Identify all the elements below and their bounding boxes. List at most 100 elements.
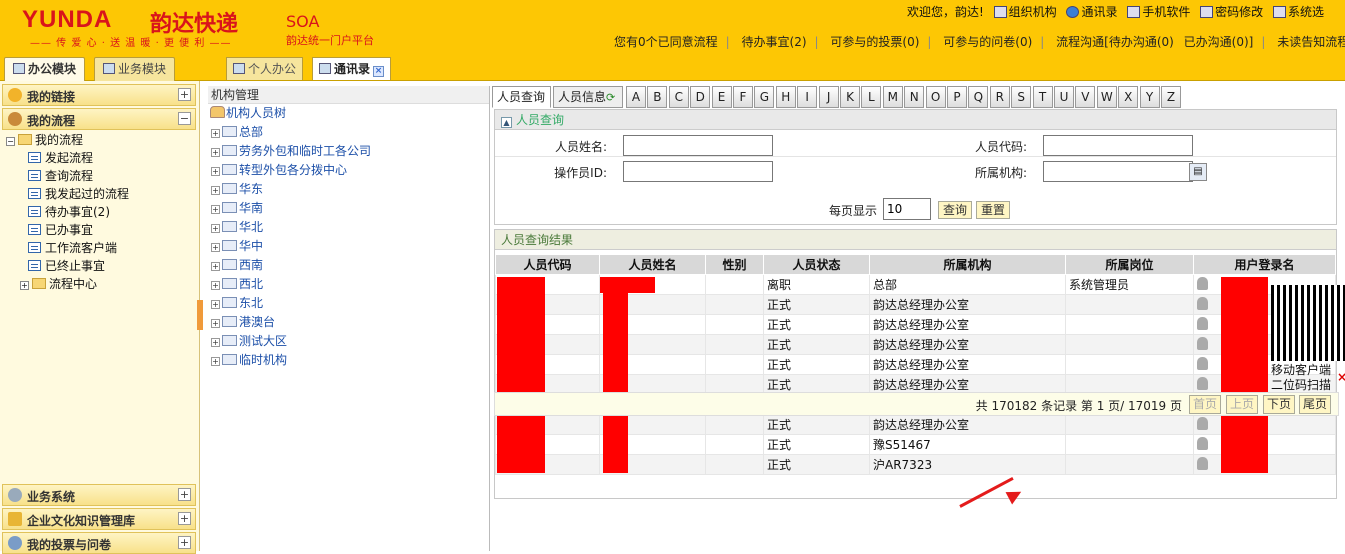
org-item[interactable]: + 西北 [208, 275, 489, 294]
tab-office[interactable]: 办公模块 [4, 57, 86, 81]
tree-item-client[interactable]: 工作流客户端 [6, 239, 129, 257]
column-header[interactable]: 性别 [705, 254, 764, 275]
tab-person-info[interactable]: 人员信息⟳ [553, 86, 623, 108]
sidebar-business-header[interactable]: 业务系统 + [2, 484, 196, 506]
tab-business[interactable]: 业务模块 [94, 57, 176, 81]
close-icon[interactable]: × [373, 66, 385, 77]
org-item[interactable]: + 华中 [208, 237, 489, 256]
column-header[interactable]: 人员代码 [495, 254, 600, 275]
plus-icon[interactable]: + [20, 281, 29, 290]
last-page-button[interactable]: 尾页 [1299, 395, 1332, 414]
user-icon[interactable] [1197, 376, 1208, 390]
user-icon[interactable] [1197, 416, 1208, 430]
user-icon[interactable] [1197, 356, 1208, 370]
contacts-link[interactable]: 通讯录 [1066, 5, 1118, 19]
org-link[interactable]: 组织机构 [993, 5, 1057, 19]
user-icon[interactable] [1197, 436, 1208, 450]
org-item[interactable]: + 临时机构 [208, 351, 489, 370]
unread-link[interactable]: 未读告知流程 [1277, 35, 1345, 49]
user-icon[interactable] [1197, 316, 1208, 330]
prev-page-button[interactable]: 上页 [1226, 395, 1259, 414]
letter-filter[interactable]: P [947, 86, 967, 108]
org-item[interactable]: + 华东 [208, 180, 489, 199]
sidebar-collapse-handle[interactable] [197, 300, 203, 330]
todo-link[interactable]: 待办事宜(2) [742, 35, 807, 49]
user-icon[interactable] [1197, 456, 1208, 470]
minus-icon[interactable]: − [6, 137, 15, 146]
letter-filter[interactable]: O [925, 86, 946, 108]
vote-link[interactable]: 可参与的投票(0) [830, 35, 919, 49]
letter-filter[interactable]: M [882, 86, 903, 108]
sidebar-culture-header[interactable]: 企业文化知识管理库 + [2, 508, 196, 530]
password-link[interactable]: 密码修改 [1200, 5, 1263, 19]
plus-icon[interactable]: + [211, 357, 220, 366]
tree-item-done[interactable]: 已办事宜 [6, 221, 129, 239]
column-header[interactable]: 人员姓名 [599, 254, 706, 275]
per-page-input[interactable] [883, 198, 931, 220]
sidebar-flow-header[interactable]: 我的流程 − [2, 108, 196, 130]
code-input[interactable] [1043, 135, 1193, 156]
survey-link[interactable]: 可参与的问卷(0) [943, 35, 1032, 49]
org-root[interactable]: 机构人员树 [208, 104, 489, 123]
letter-filter[interactable]: F [733, 86, 753, 108]
column-header[interactable]: 用户登录名 [1193, 254, 1336, 275]
collapse-icon[interactable]: ▲ [501, 117, 512, 128]
user-icon[interactable] [1197, 336, 1208, 350]
tree-item-start[interactable]: 发起流程 [6, 149, 129, 167]
query-panel-header[interactable]: ▲ 人员查询 [495, 110, 1336, 130]
tab-person-query[interactable]: 人员查询 [492, 86, 551, 108]
qr-close-icon[interactable]: × [1337, 370, 1345, 384]
plus-icon[interactable]: + [211, 224, 220, 233]
plus-icon[interactable]: + [211, 205, 220, 214]
letter-filter[interactable]: E [711, 86, 732, 108]
letter-filter[interactable]: I [797, 86, 818, 108]
org-item[interactable]: + 西南 [208, 256, 489, 275]
letter-filter[interactable]: K [840, 86, 860, 108]
letter-filter[interactable]: X [1118, 86, 1139, 108]
letter-filter[interactable]: N [904, 86, 925, 108]
letter-filter[interactable]: G [754, 86, 775, 108]
org-item[interactable]: + 测试大区 [208, 332, 489, 351]
letter-filter[interactable]: Z [1161, 86, 1181, 108]
org-item[interactable]: + 港澳台 [208, 313, 489, 332]
letter-filter[interactable]: Q [968, 86, 989, 108]
next-page-button[interactable]: 下页 [1263, 395, 1296, 414]
tree-folder-center[interactable]: + 流程中心 [6, 275, 129, 293]
search-button[interactable]: 查询 [938, 201, 972, 219]
letter-filter[interactable]: D [690, 86, 711, 108]
expand-icon[interactable]: + [178, 88, 191, 101]
plus-icon[interactable]: + [211, 281, 220, 290]
tab-contacts[interactable]: 通讯录 × [312, 57, 392, 80]
org-item[interactable]: + 华北 [208, 218, 489, 237]
system-link[interactable]: 系统选 [1273, 5, 1324, 19]
reset-button[interactable]: 重置 [976, 201, 1010, 219]
agreed-flow-link[interactable]: 您有0个已同意流程 [614, 35, 718, 49]
user-icon[interactable] [1197, 276, 1208, 290]
comm-link[interactable]: 流程沟通[待办沟通(0) [1056, 35, 1174, 49]
tree-item-query[interactable]: 查询流程 [6, 167, 129, 185]
expand-icon[interactable]: + [178, 536, 191, 549]
column-header[interactable]: 所属机构 [869, 254, 1066, 275]
sidebar-links-header[interactable]: 我的链接 + [2, 84, 196, 106]
plus-icon[interactable]: + [211, 186, 220, 195]
mobile-link[interactable]: 手机软件 [1127, 5, 1190, 19]
org-item[interactable]: + 转型外包各分拨中心 [208, 161, 489, 180]
tree-root[interactable]: − 我的流程 [6, 131, 129, 149]
letter-filter[interactable]: T [1032, 86, 1053, 108]
collapse-icon[interactable]: − [178, 112, 191, 125]
name-input[interactable] [623, 135, 773, 156]
tree-item-terminated[interactable]: 已终止事宜 [6, 257, 129, 275]
org-input[interactable] [1043, 161, 1193, 182]
letter-filter[interactable]: J [818, 86, 839, 108]
expand-icon[interactable]: + [178, 512, 191, 525]
plus-icon[interactable]: + [211, 300, 220, 309]
letter-filter[interactable]: Y [1139, 86, 1160, 108]
org-item[interactable]: + 华南 [208, 199, 489, 218]
plus-icon[interactable]: + [211, 129, 220, 138]
user-icon[interactable] [1197, 296, 1208, 310]
column-header[interactable]: 所属岗位 [1065, 254, 1194, 275]
plus-icon[interactable]: + [211, 243, 220, 252]
plus-icon[interactable]: + [211, 167, 220, 176]
plus-icon[interactable]: + [211, 262, 220, 271]
tab-personal-office[interactable]: 个人办公 [226, 57, 304, 80]
